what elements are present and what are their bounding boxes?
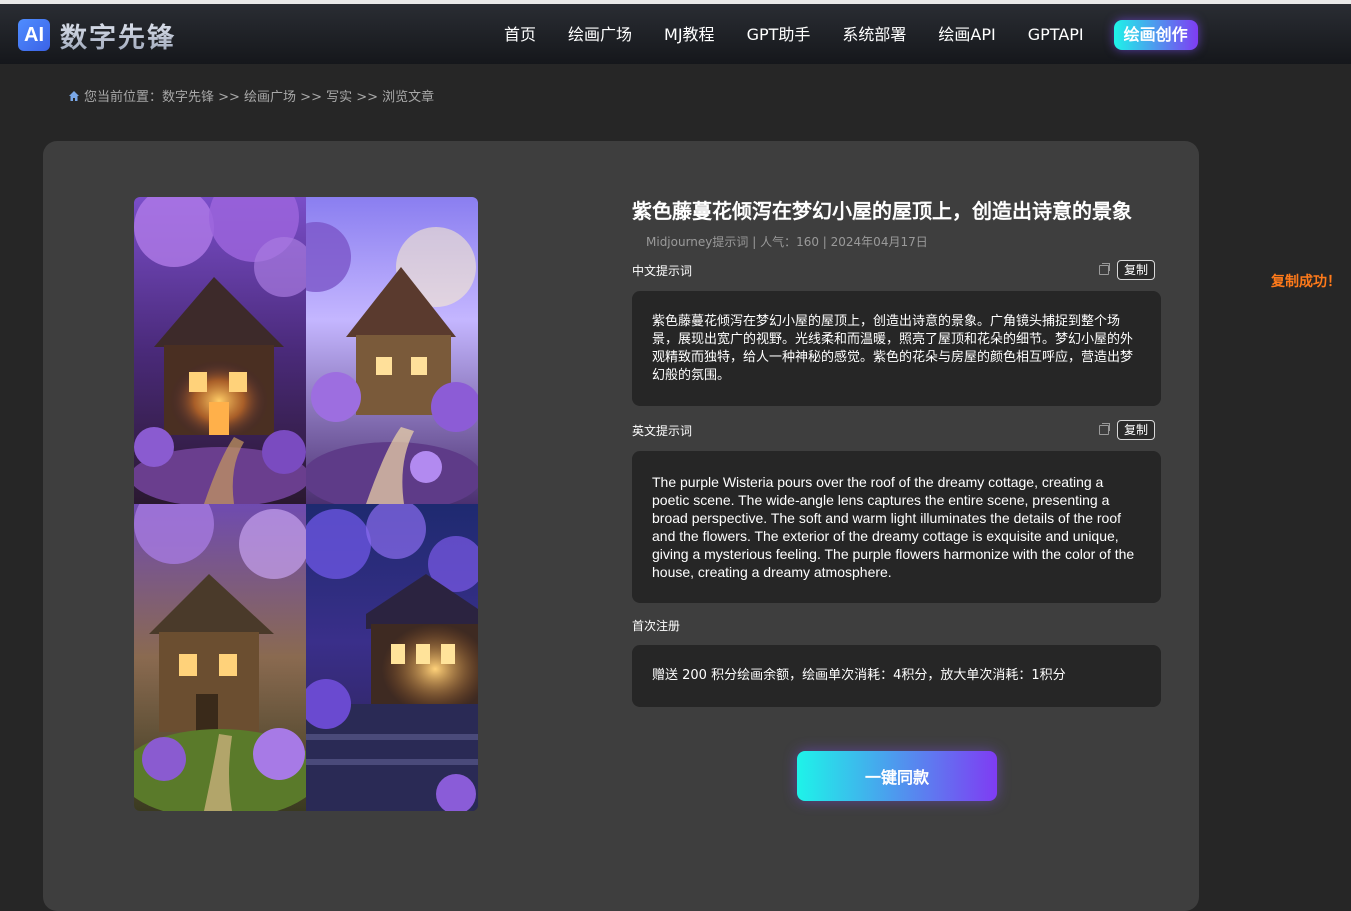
create-drawing-button[interactable]: 绘画创作 bbox=[1113, 20, 1198, 50]
zh-prompt-box: 紫色藤蔓花倾泻在梦幻小屋的屋顶上，创造出诗意的景象。广角镜头捕捉到整个场景，展现… bbox=[632, 291, 1161, 406]
nav-gpt-assistant[interactable]: GPT助手 bbox=[731, 17, 827, 53]
copy-icon[interactable] bbox=[1099, 263, 1110, 275]
registration-text: 赠送 200 积分绘画余额，绘画单次消耗：4积分，放大单次消耗：1积分 bbox=[652, 668, 1066, 683]
copy-icon[interactable] bbox=[1099, 423, 1110, 435]
article-meta: Midjourney提示词 | 人气：160 | 2024年04月17日 bbox=[646, 235, 928, 249]
nav-gallery[interactable]: 绘画广场 bbox=[552, 17, 648, 53]
copy-success-toast: 复制成功！ bbox=[1271, 274, 1341, 290]
image-grid[interactable] bbox=[134, 197, 478, 811]
nav-deploy[interactable]: 系统部署 bbox=[826, 17, 922, 53]
breadcrumb: 您当前位置：数字先锋 >> 绘画广场 >> 写实 >> 浏览文章 bbox=[68, 86, 434, 105]
home-icon bbox=[69, 90, 79, 101]
registration-box: 赠送 200 积分绘画余额，绘画单次消耗：4积分，放大单次消耗：1积分 bbox=[632, 645, 1161, 707]
image-tile-2[interactable] bbox=[306, 197, 478, 504]
en-copy-button[interactable]: 复制 bbox=[1117, 420, 1156, 440]
breadcrumb-text[interactable]: 您当前位置：数字先锋 >> 绘画广场 >> 写实 >> 浏览文章 bbox=[84, 86, 434, 105]
logo-badge: AI bbox=[18, 19, 50, 51]
nav-home[interactable]: 首页 bbox=[488, 17, 552, 53]
cottage-image bbox=[134, 504, 306, 811]
article-card: 紫色藤蔓花倾泻在梦幻小屋的屋顶上，创造出诗意的景象 Midjourney提示词 … bbox=[43, 141, 1199, 911]
site-logo[interactable]: AI 数字先锋 bbox=[18, 16, 176, 55]
image-tile-3[interactable] bbox=[134, 504, 306, 811]
zh-prompt-label: 中文提示词 bbox=[632, 264, 693, 278]
nav-gpt-api[interactable]: GPTAPI bbox=[1012, 17, 1100, 53]
zh-copy-button[interactable]: 复制 bbox=[1117, 260, 1156, 280]
en-prompt-box: The purple Wisteria pours over the roof … bbox=[632, 451, 1161, 603]
en-prompt-text[interactable]: The purple Wisteria pours over the roof … bbox=[652, 473, 1141, 581]
en-copy-group: 复制 bbox=[1099, 420, 1156, 440]
nav-drawing-api[interactable]: 绘画API bbox=[922, 17, 1011, 53]
registration-label: 首次注册 bbox=[632, 619, 681, 633]
main-nav: 首页 绘画广场 MJ教程 GPT助手 系统部署 绘画API GPTAPI 绘画创… bbox=[488, 17, 1198, 53]
en-prompt-label: 英文提示词 bbox=[632, 424, 693, 438]
zh-copy-group: 复制 bbox=[1099, 260, 1156, 280]
cottage-image bbox=[134, 197, 306, 504]
cottage-image bbox=[306, 197, 478, 504]
article-title: 紫色藤蔓花倾泻在梦幻小屋的屋顶上，创造出诗意的景象 bbox=[632, 199, 1132, 223]
nav-mj-tutorial[interactable]: MJ教程 bbox=[648, 17, 731, 53]
image-tile-1[interactable] bbox=[134, 197, 306, 504]
image-tile-4[interactable] bbox=[306, 504, 478, 811]
cottage-image bbox=[306, 504, 478, 811]
zh-prompt-text[interactable]: 紫色藤蔓花倾泻在梦幻小屋的屋顶上，创造出诗意的景象。广角镜头捕捉到整个场景，展现… bbox=[652, 313, 1141, 385]
logo-text: 数字先锋 bbox=[60, 16, 176, 55]
top-navbar: AI 数字先锋 首页 绘画广场 MJ教程 GPT助手 系统部署 绘画API GP… bbox=[0, 0, 1351, 64]
same-style-button[interactable]: 一键同款 bbox=[797, 751, 997, 801]
